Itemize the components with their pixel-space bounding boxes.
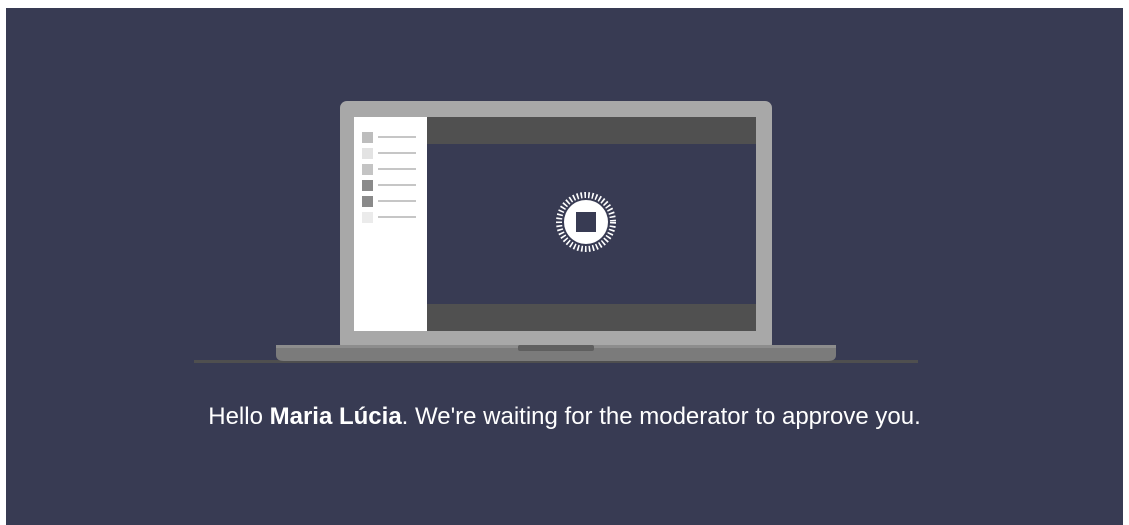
sidebar-item-square [362,180,373,191]
sidebar-item-square [362,164,373,175]
waiting-message: Hello Maria Lúcia. We're waiting for the… [6,402,1123,432]
waiting-text: . We're waiting for the moderator to app… [401,403,921,430]
laptop-notch [518,345,594,351]
sidebar-item-square [362,148,373,159]
stop-icon [576,212,596,232]
sidebar-item-square [362,132,373,143]
sidebar-item-line [378,152,416,154]
user-name: Maria Lúcia [269,403,402,430]
sidebar-item-line [378,216,416,218]
greeting-text: Hello [208,403,263,430]
sidebar-item-line [378,168,416,170]
laptop-illustration [194,101,918,363]
sidebar-item-line [378,184,416,186]
sidebar-item-line [378,200,416,202]
sidebar-item-square [362,212,373,223]
sidebar-item-square [362,196,373,207]
sidebar-item-line [378,136,416,138]
waiting-room-panel: Hello Maria Lúcia. We're waiting for the… [6,8,1123,525]
